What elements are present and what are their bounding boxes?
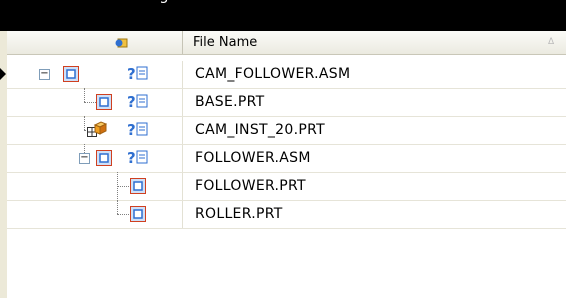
file-name: FOLLOWER.ASM [195, 150, 311, 166]
svg-text:?: ? [127, 149, 136, 165]
file-name: CAM_FOLLOWER.ASM [195, 66, 351, 82]
collapse-toggle[interactable]: − [39, 69, 50, 80]
file-name: BASE.PRT [195, 94, 265, 110]
column-separator [182, 145, 183, 172]
status-column-icon [115, 37, 129, 53]
family-instance-icon [87, 121, 107, 137]
tree-connector [84, 88, 86, 102]
tree-row[interactable]: FOLLOWER.PRT [7, 172, 566, 200]
tree-row[interactable]: ? BASE.PRT [7, 88, 566, 116]
row-divider [7, 228, 566, 229]
sort-indicator: Δ [548, 37, 555, 47]
status-unknown-icon: ? [127, 121, 148, 137]
svg-text:?: ? [127, 121, 136, 137]
part-icon [96, 94, 112, 110]
selected-row-marker [0, 68, 6, 80]
column-separator [182, 173, 183, 200]
top-bar: 5 [0, 0, 566, 31]
column-separator [182, 61, 183, 88]
tree-row[interactable]: ROLLER.PRT [7, 200, 566, 228]
tree-connector [84, 102, 96, 104]
tree-row[interactable]: ? CAM_INST_20.PRT [7, 116, 566, 144]
tree-row[interactable]: − ? CAM_FOLLOWER.ASM [7, 61, 566, 88]
file-name: CAM_INST_20.PRT [195, 122, 325, 138]
model-tree-panel: File Name Δ − ? CAM_FOLLOWER.ASM ? BASE.… [0, 31, 566, 298]
file-name: FOLLOWER.PRT [195, 178, 306, 194]
tree-connector [84, 116, 86, 130]
assembly-icon [63, 66, 79, 82]
tree-connector [117, 214, 129, 216]
status-unknown-icon: ? [127, 93, 148, 109]
tree-connector [117, 200, 119, 214]
status-column-header[interactable] [7, 31, 183, 54]
file-name-column-header[interactable]: File Name [193, 35, 257, 50]
column-separator [182, 117, 183, 144]
tree-row[interactable]: − ? FOLLOWER.ASM [7, 144, 566, 172]
assembly-icon [96, 150, 112, 166]
tree-connector [117, 186, 129, 188]
column-separator [182, 89, 183, 116]
file-name: ROLLER.PRT [195, 206, 283, 222]
status-unknown-icon: ? [127, 149, 148, 165]
part-icon [130, 178, 146, 194]
top-label: 5 [160, 0, 168, 7]
svg-text:?: ? [127, 65, 136, 81]
collapse-toggle[interactable]: − [79, 153, 90, 164]
svg-text:?: ? [127, 93, 136, 109]
status-unknown-icon: ? [127, 65, 148, 81]
column-separator [182, 201, 183, 228]
part-icon [130, 206, 146, 222]
